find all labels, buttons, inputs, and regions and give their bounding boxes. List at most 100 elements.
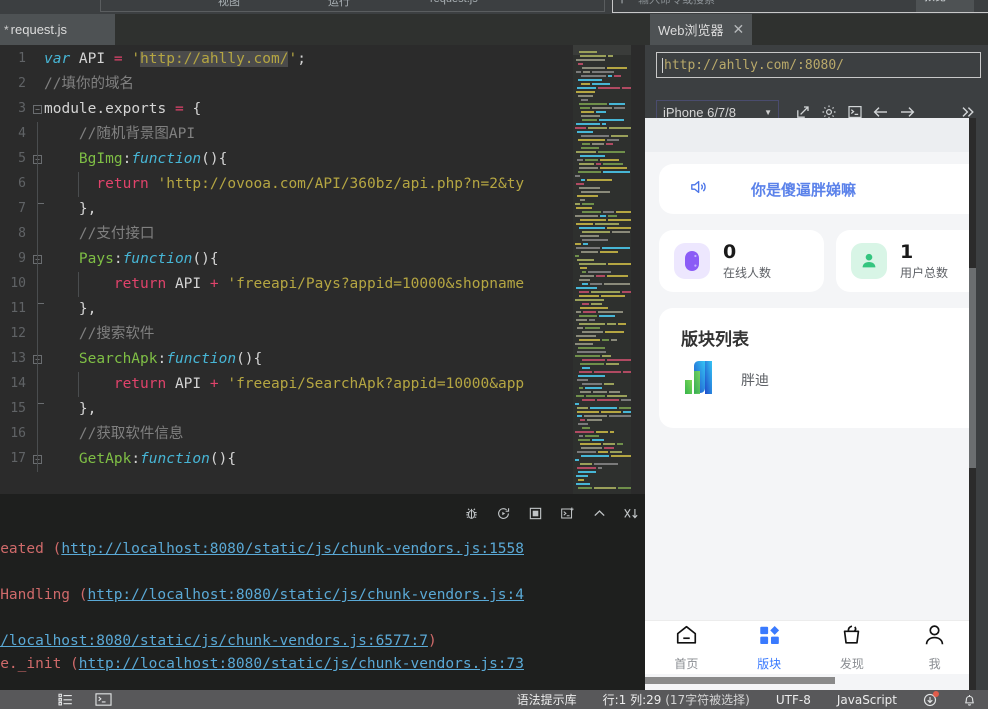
menu-item-view[interactable]: 视图 <box>218 0 240 9</box>
minimap-line <box>576 91 595 93</box>
console-link[interactable]: http://localhost:8080/static/js/chunk-ve… <box>79 656 524 672</box>
new-terminal-icon[interactable] <box>559 505 575 521</box>
stat-card-users[interactable]: 1 用户总数 <box>836 230 976 292</box>
phone-tab-label: 发现 <box>840 655 864 672</box>
minimap-line <box>598 87 620 89</box>
bug-icon[interactable] <box>463 505 479 521</box>
minimap-line <box>579 295 599 297</box>
code-line[interactable]: }, <box>44 197 96 222</box>
minimap-line <box>579 163 594 165</box>
console-link[interactable]: http://localhost:8080/static/js/chunk-ve… <box>88 587 525 603</box>
code-line[interactable]: module.exports = { <box>44 97 201 122</box>
minimap-line <box>611 135 628 137</box>
minimap-line <box>589 319 595 321</box>
code-line[interactable]: GetApk:function(){ <box>44 447 236 472</box>
fold-toggle[interactable]: − <box>33 105 42 114</box>
code-editor[interactable]: 1234567891011121314151617 var API = 'htt… <box>0 45 645 494</box>
minimap-line <box>580 55 606 57</box>
minimap-line <box>579 103 607 105</box>
editor-minimap[interactable] <box>573 45 631 494</box>
search-icon: ⚲ <box>618 0 626 5</box>
update-badge-dot <box>933 691 939 697</box>
code-token: BgImg <box>79 151 123 167</box>
code-line[interactable]: return 'http://ovooa.com/API/360bz/api.p… <box>44 172 524 197</box>
stat-label-users: 用户总数 <box>900 264 948 281</box>
code-line[interactable]: //搜索软件 <box>44 322 154 347</box>
clear-icon[interactable] <box>623 505 639 521</box>
menu-item-run[interactable]: 运行 <box>328 0 350 9</box>
code-token: : <box>114 251 123 267</box>
status-position[interactable]: 行:1 列:29 (17字符被选择) <box>603 691 750 708</box>
minimap-line <box>580 199 585 201</box>
terminal-icon[interactable] <box>95 693 112 706</box>
rerun-icon[interactable] <box>495 505 511 521</box>
console-link[interactable]: http://localhost:8080/static/js/chunk-ve… <box>61 541 524 557</box>
minimap-line <box>610 451 622 453</box>
stop-icon[interactable] <box>527 505 543 521</box>
code-token: function <box>166 351 236 367</box>
console-output[interactable]: .created (http://localhost:8080/static/j… <box>0 538 645 690</box>
line-number: 14 <box>10 376 26 391</box>
phone-tab-1[interactable]: 版块 <box>728 621 811 674</box>
minimap-line <box>586 395 605 397</box>
close-icon[interactable]: ✕ <box>733 21 745 38</box>
code-line[interactable]: }, <box>44 397 96 422</box>
menu-item-file[interactable]: request.js <box>430 0 478 5</box>
code-token: function <box>140 451 210 467</box>
notifications-icon[interactable] <box>963 693 976 707</box>
code-line[interactable]: return API + 'freeapi/Pays?appid=10000&s… <box>44 272 524 297</box>
minimap-line <box>595 223 619 225</box>
code-line[interactable]: BgImg:function(){ <box>44 147 227 172</box>
phone-tab-3[interactable]: 我 <box>893 621 976 674</box>
code-token: }, <box>44 401 96 417</box>
code-line[interactable]: var API = 'http://ahlly.com/'; <box>44 47 306 72</box>
code-line[interactable]: }, <box>44 297 96 322</box>
update-icon[interactable] <box>923 693 937 707</box>
minimap-line <box>576 207 592 209</box>
code-line[interactable]: return API + 'freeapi/SearchApk?appid=10… <box>44 372 524 397</box>
minimap-line <box>608 215 617 217</box>
minimap-line <box>598 311 623 313</box>
minimap-line <box>582 203 594 205</box>
phone-tab-0[interactable]: 首页 <box>645 621 728 674</box>
console-link[interactable]: p://localhost:8080/static/js/chunk-vendo… <box>0 633 428 649</box>
status-grammar[interactable]: 语法提示库 <box>517 691 577 708</box>
minimap-viewport[interactable] <box>573 45 631 55</box>
code-line[interactable]: Pays:function(){ <box>44 247 219 272</box>
fold-end-marker <box>37 203 44 204</box>
collapse-icon[interactable] <box>591 505 607 521</box>
code-line[interactable]: //填你的域名 <box>44 72 134 97</box>
minimap-line <box>582 67 605 69</box>
code-line[interactable]: //获取软件信息 <box>44 422 183 447</box>
editor-scrollbar[interactable] <box>631 45 645 494</box>
tab-web-browser[interactable]: Web浏览器 ✕ <box>650 14 752 45</box>
code-token: = <box>175 101 192 117</box>
minimap-line <box>579 339 600 341</box>
code-token: + <box>210 376 227 392</box>
code-token: (){ <box>192 251 218 267</box>
stat-card-online[interactable]: 0 在线人数 <box>659 230 824 292</box>
tab-request-js[interactable]: * request.js <box>0 14 115 45</box>
phone-scrollbar-thumb[interactable] <box>969 268 976 468</box>
code-token: GetApk <box>79 451 131 467</box>
url-input[interactable]: http://ahlly.com/:8080/ <box>656 52 981 78</box>
todo-icon[interactable] <box>58 693 73 706</box>
minimap-line <box>592 439 604 441</box>
minimap-line <box>578 63 583 65</box>
line-number: 2 <box>18 76 26 91</box>
status-encoding[interactable]: UTF-8 <box>776 693 811 707</box>
code-line[interactable]: //随机背景图API <box>44 122 195 147</box>
minimap-line <box>607 139 619 141</box>
code-line[interactable]: //支付接口 <box>44 222 154 247</box>
line-number: 4 <box>18 126 26 141</box>
code-line[interactable]: SearchApk:function(){ <box>44 347 262 372</box>
minimap-line <box>577 467 596 469</box>
minimap-line <box>611 455 631 457</box>
status-language[interactable]: JavaScript <box>837 693 897 707</box>
phone-scrollbar[interactable] <box>969 118 976 690</box>
phone-tab-2[interactable]: 发现 <box>811 621 894 674</box>
phone-viewport[interactable]: 你是傻逼胖娣嘛 0 在线人数 <box>645 118 976 690</box>
preview-button[interactable]: 预览 <box>916 0 974 12</box>
notice-banner[interactable]: 你是傻逼胖娣嘛 <box>659 164 976 214</box>
block-list-item[interactable]: 胖迪 <box>681 356 769 403</box>
